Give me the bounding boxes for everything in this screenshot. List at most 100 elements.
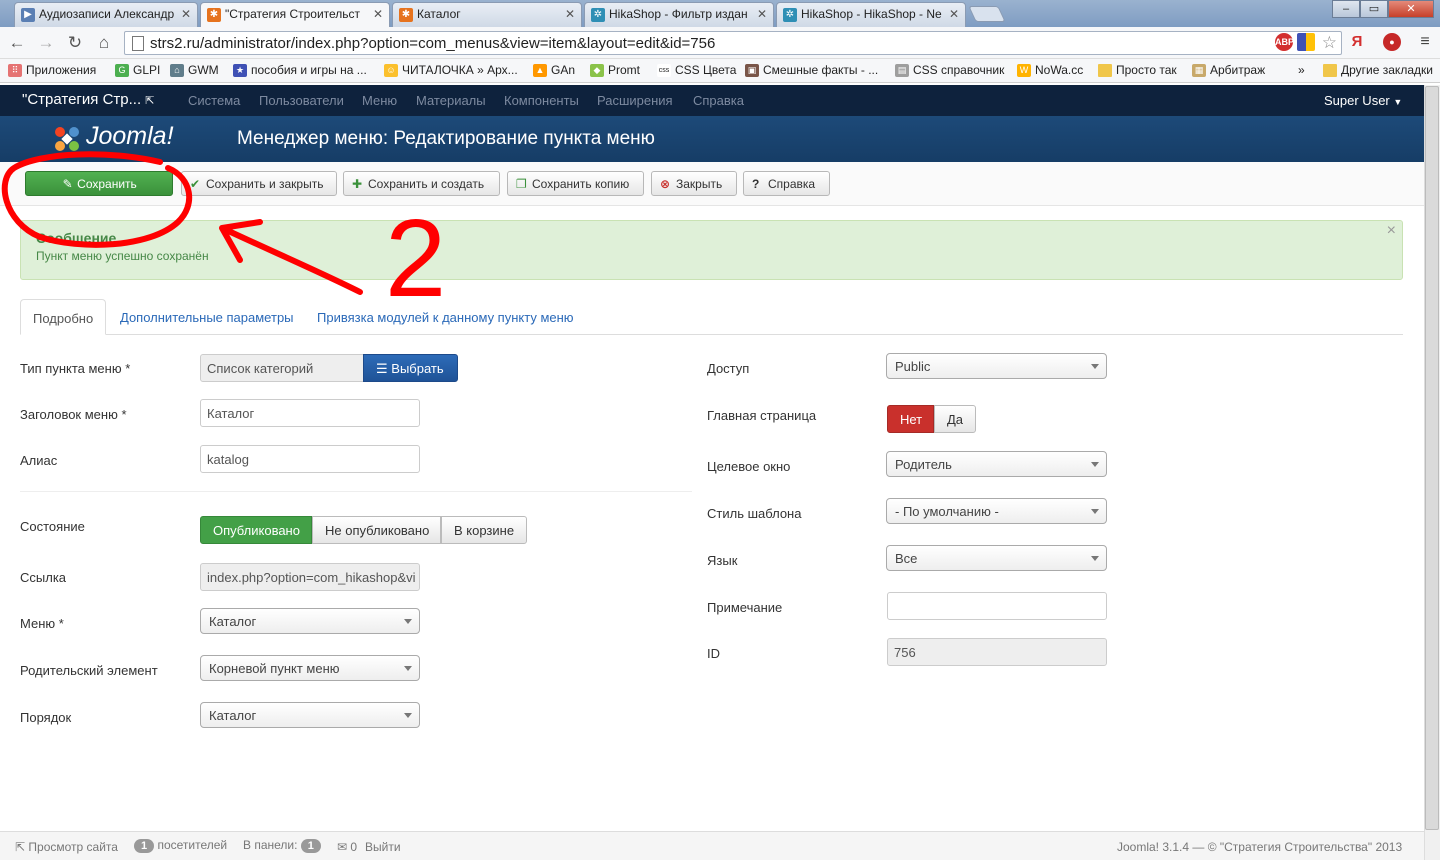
logout-link[interactable]: Выйти — [365, 840, 401, 854]
browser-tab[interactable]: ▶ Аудиозаписи Александр ✕ — [14, 2, 198, 27]
bookmark-apps[interactable]: ⠿ Приложения — [8, 63, 96, 77]
parent-select[interactable]: Корневой пункт меню — [200, 655, 420, 681]
copyright: Joomla! 3.1.4 — © "Стратегия Строительст… — [1117, 840, 1403, 854]
close-button[interactable]: ⊗ Закрыть — [651, 171, 737, 196]
close-icon[interactable]: ✕ — [181, 7, 191, 21]
site-name-link[interactable]: "Стратегия Стр... ⇱ — [22, 91, 155, 108]
bookmark-item[interactable]: ▤ CSS справочник — [895, 63, 1004, 77]
record-extension-icon[interactable]: ● — [1383, 33, 1401, 51]
close-icon[interactable]: ✕ — [565, 7, 575, 21]
menu-users[interactable]: Пользователи — [259, 93, 344, 108]
state-unpublished-button[interactable]: Не опубликовано — [312, 516, 441, 544]
menu-content[interactable]: Материалы — [416, 93, 486, 108]
target-label: Целевое окно — [707, 459, 791, 474]
save-new-button[interactable]: ✚ Сохранить и создать — [343, 171, 500, 196]
state-trashed-button[interactable]: В корзине — [441, 516, 527, 544]
tab-options[interactable]: Дополнительные параметры — [108, 299, 306, 335]
browser-tab-active[interactable]: ✱ "Стратегия Строительст ✕ — [200, 2, 390, 28]
language-select[interactable]: Все — [886, 545, 1107, 571]
access-label: Доступ — [707, 361, 750, 376]
bookmark-item[interactable]: G GLPI — [115, 63, 160, 77]
bookmark-item[interactable]: ☺ ЧИТАЛОЧКА » Арх... — [384, 63, 518, 77]
reload-icon[interactable]: ↻ — [64, 33, 86, 53]
yandex-icon[interactable]: Я — [1348, 33, 1366, 51]
forward-icon[interactable]: → — [35, 33, 57, 53]
browser-tab[interactable]: ✲ HikaShop - Фильтр издан ✕ — [584, 2, 774, 27]
save-button[interactable]: ✎ Сохранить — [25, 171, 173, 196]
messages-info[interactable]: ✉ 0 — [337, 840, 357, 854]
select-type-button[interactable]: ☰ Выбрать — [363, 354, 458, 382]
css-icon: css — [657, 64, 671, 77]
bookmark-item[interactable]: css CSS Цвета — [657, 63, 736, 77]
action-toolbar: ✎ Сохранить ✔ Сохранить и закрыть ✚ Сохрани… — [0, 162, 1424, 206]
bookmark-item[interactable]: W NoWa.cc — [1017, 63, 1083, 77]
title-label: Заголовок меню * — [20, 407, 127, 422]
home-no-button[interactable]: Нет — [887, 405, 934, 433]
maximize-icon[interactable]: ▭ — [1360, 0, 1388, 18]
id-field: 756 — [887, 638, 1107, 666]
user-menu[interactable]: Super User ▼ — [1324, 93, 1402, 108]
bookmark-item[interactable]: ▦ Арбитраж — [1192, 63, 1265, 77]
joomla-icon: ✱ — [207, 8, 221, 22]
browser-tabstrip: ▶ Аудиозаписи Александр ✕ ✱ "Стратегия С… — [0, 0, 1440, 28]
browser-tab[interactable]: ✱ Каталог ✕ — [392, 2, 582, 27]
chevron-down-icon — [404, 619, 412, 624]
order-select[interactable]: Каталог — [200, 702, 420, 728]
bookmark-folder[interactable]: Просто так — [1098, 63, 1177, 77]
parent-label: Родительский элемент — [20, 663, 158, 678]
scrollbar-thumb[interactable] — [1425, 86, 1439, 830]
back-icon[interactable]: ← — [6, 33, 28, 53]
close-icon[interactable]: ✕ — [949, 7, 959, 21]
address-bar[interactable]: strs2.ru/administrator/index.php?option=… — [124, 31, 1342, 55]
save-close-button[interactable]: ✔ Сохранить и закрыть — [181, 171, 337, 196]
bookmark-item[interactable]: ◆ Promt — [590, 63, 640, 77]
adblock-icon[interactable]: ABP — [1275, 33, 1294, 51]
menu-icon[interactable]: ≡ — [1416, 33, 1434, 51]
note-label: Примечание — [707, 600, 783, 615]
alias-input[interactable]: katalog — [200, 445, 420, 473]
home-icon[interactable]: ⌂ — [93, 33, 115, 53]
tab-label: HikaShop - HikaShop - Ne — [801, 7, 942, 21]
browser-tab[interactable]: ✲ HikaShop - HikaShop - Ne ✕ — [776, 2, 966, 27]
menu-help[interactable]: Справка — [693, 93, 744, 108]
minimize-icon[interactable]: ‒ — [1332, 0, 1360, 18]
doc-icon: ▤ — [895, 64, 909, 77]
star-icon[interactable]: ☆ — [1322, 33, 1337, 53]
menu-system[interactable]: Система — [188, 93, 240, 108]
note-input[interactable] — [887, 592, 1107, 620]
target-select[interactable]: Родитель — [886, 451, 1107, 477]
bookmark-item[interactable]: ⌂ GWM — [170, 63, 219, 77]
menu-extensions[interactable]: Расширения — [597, 93, 673, 108]
bookmark-item[interactable]: ▲ GAn — [533, 63, 575, 77]
close-icon[interactable]: ✕ — [757, 7, 767, 21]
new-tab-button[interactable] — [968, 6, 1006, 22]
tab-module-assignment[interactable]: Привязка модулей к данному пункту меню — [305, 299, 586, 335]
access-select[interactable]: Public — [886, 353, 1107, 379]
state-published-button[interactable]: Опубликовано — [200, 516, 312, 544]
nowa-icon: W — [1017, 64, 1031, 77]
window-close-icon[interactable]: ✕ — [1388, 0, 1434, 18]
help-button[interactable]: ? Справка — [743, 171, 830, 196]
bookmarks-overflow[interactable]: » — [1280, 63, 1305, 77]
tab-details[interactable]: Подробно — [20, 299, 107, 335]
link-field: index.php?option=com_hikashop&vi — [200, 563, 420, 591]
menu-components[interactable]: Компоненты — [504, 93, 579, 108]
analytics-icon: ▲ — [533, 64, 547, 77]
view-site-link[interactable]: ⇱ Просмотр сайта — [15, 840, 118, 854]
bookmark-item[interactable]: ▣ Смешные факты - ... — [745, 63, 878, 77]
close-icon[interactable]: ✕ — [373, 7, 383, 21]
color-extension-icon[interactable] — [1297, 33, 1315, 51]
template-style-select[interactable]: - По умолчанию - — [886, 498, 1107, 524]
menu-select[interactable]: Каталог — [200, 608, 420, 634]
home-yes-button[interactable]: Да — [934, 405, 976, 433]
close-icon[interactable]: × — [1387, 222, 1396, 240]
menu-menus[interactable]: Меню — [362, 93, 397, 108]
bookmark-folder-other[interactable]: Другие закладки — [1323, 63, 1433, 77]
language-label: Язык — [707, 553, 738, 568]
title-input[interactable]: Каталог — [200, 399, 420, 427]
save-copy-button[interactable]: ❐ Сохранить копию — [507, 171, 644, 196]
chevron-down-icon — [1091, 556, 1099, 561]
bookmark-item[interactable]: ★ пособия и игры на ... — [233, 63, 367, 77]
edit-icon: ✎ — [62, 177, 73, 191]
arbitrage-icon: ▦ — [1192, 64, 1206, 77]
